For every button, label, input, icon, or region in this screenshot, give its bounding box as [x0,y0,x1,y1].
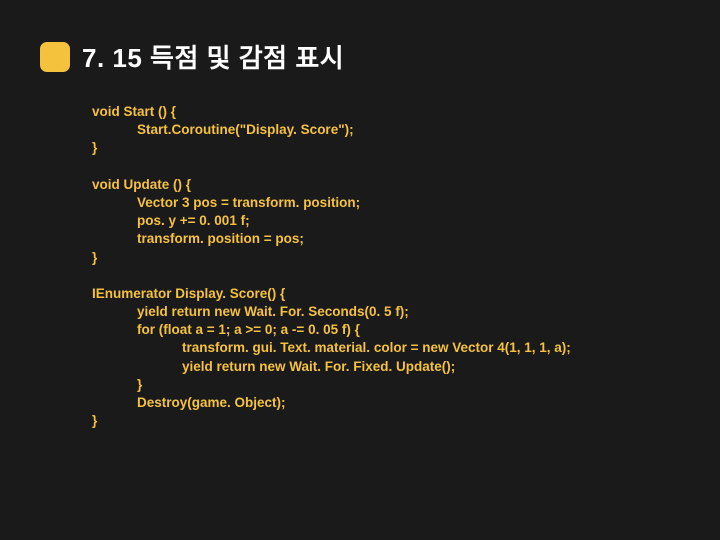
code-line: void Start () { [92,103,680,121]
title-row: 7. 15 득점 및 감점 표시 [40,38,680,75]
slide-title: 7. 15 득점 및 감점 표시 [82,38,344,75]
bullet-square-icon [40,42,70,72]
code-line: transform. position = pos; [92,230,680,248]
code-area: void Start () { Start.Coroutine("Display… [92,103,680,431]
code-line: transform. gui. Text. material. color = … [92,339,680,357]
code-line: pos. y += 0. 001 f; [92,212,680,230]
code-line: } [92,139,680,157]
code-line: yield return new Wait. For. Seconds(0. 5… [92,303,680,321]
code-block: void Start () { Start.Coroutine("Display… [92,103,680,158]
code-line: for (float a = 1; a >= 0; a -= 0. 05 f) … [92,321,680,339]
code-line: } [92,249,680,267]
code-block: IEnumerator Display. Score() { yield ret… [92,285,680,431]
code-line: } [92,412,680,430]
code-block: void Update () { Vector 3 pos = transfor… [92,176,680,267]
code-line: void Update () { [92,176,680,194]
code-line: } [92,376,680,394]
slide: 7. 15 득점 및 감점 표시 void Start () { Start.C… [0,0,720,540]
code-line: Destroy(game. Object); [92,394,680,412]
code-line: IEnumerator Display. Score() { [92,285,680,303]
code-line: Vector 3 pos = transform. position; [92,194,680,212]
code-line: yield return new Wait. For. Fixed. Updat… [92,358,680,376]
code-line: Start.Coroutine("Display. Score"); [92,121,680,139]
